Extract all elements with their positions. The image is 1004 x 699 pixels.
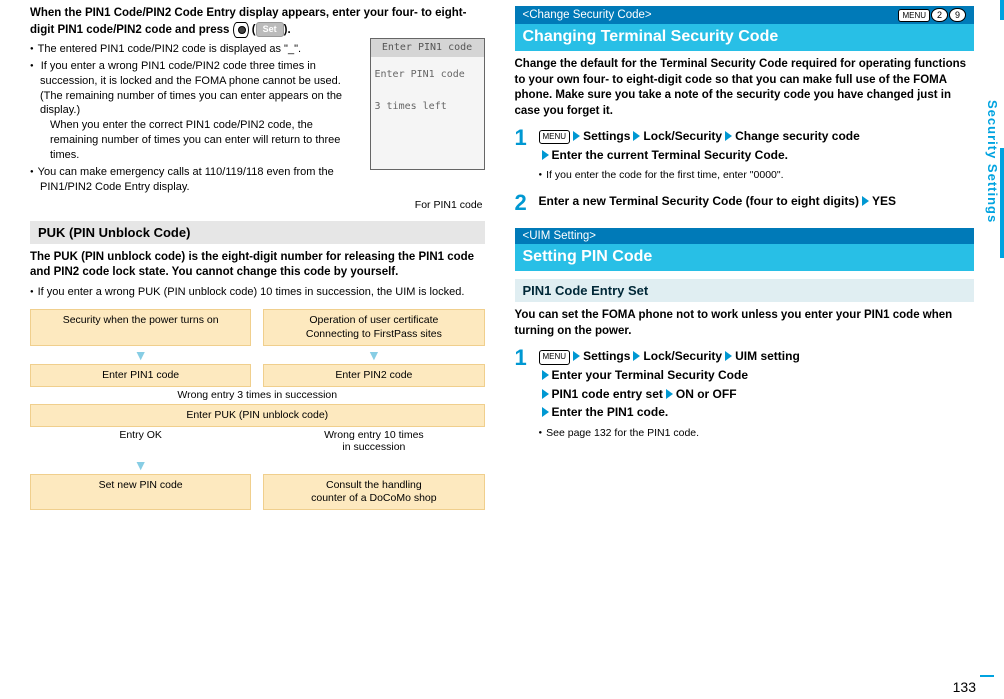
step-part: Enter your Terminal Security Code	[552, 368, 749, 382]
step-part: UIM setting	[735, 349, 800, 363]
step-part: Enter a new Terminal Security Code (four…	[539, 194, 859, 208]
feature-title: Changing Terminal Security Code	[515, 24, 975, 51]
digit-key: 2	[931, 8, 948, 22]
puk-heading: PUK (PIN Unblock Code)	[30, 221, 485, 244]
flow-text: Connecting to FirstPass sites	[306, 328, 442, 340]
tri-icon	[542, 389, 549, 399]
tri-icon	[542, 407, 549, 417]
puk-intro: The PUK (PIN unblock code) is the eight-…	[30, 250, 485, 281]
tri-icon	[573, 131, 580, 141]
flow-box: Enter PIN1 code	[30, 364, 251, 387]
flow-text: Operation of user certificate	[309, 314, 438, 326]
flow-text: Consult the handling	[326, 479, 422, 491]
flow-label: Entry OK	[30, 429, 251, 454]
flow-arrow-down-icon: ▼	[30, 346, 251, 364]
side-stripe	[1000, 0, 1004, 20]
flow-box: Set new PIN code	[30, 474, 251, 510]
flow-text: counter of a DoCoMo shop	[311, 492, 437, 504]
pin1-entry-intro: You can set the FOMA phone not to work u…	[515, 308, 975, 339]
step-part: YES	[872, 194, 896, 208]
pin-entry-lead: When the PIN1 Code/PIN2 Code Entry displ…	[30, 6, 485, 38]
step-1-uim: 1 MENU Settings Lock/Security UIM setting E…	[515, 347, 975, 421]
left-column: When the PIN1 Code/PIN2 Code Entry displ…	[30, 6, 485, 510]
step-note: If you enter the code for the first time…	[539, 168, 975, 182]
step-part: Lock/Security	[643, 349, 722, 363]
step-part: Change security code	[735, 129, 860, 143]
section-tab: Security Settings	[985, 100, 1000, 223]
pin-flowchart: Security when the power turns on Operati…	[30, 309, 485, 510]
flow-label: Wrong entry 10 times in succession	[263, 429, 484, 454]
note-item: See page 132 for the PIN1 code.	[539, 426, 975, 440]
menu-key-icon: MENU	[539, 350, 571, 364]
digit-key: 9	[949, 8, 966, 22]
flow-arrow-down-icon	[263, 456, 484, 474]
side-stripe	[1000, 148, 1004, 258]
feature-tag: <UIM Setting>	[523, 230, 597, 242]
menu-shortcut: MENU 2 9	[898, 8, 966, 22]
screenshot-line: 3 times left	[375, 99, 480, 115]
bullet-item: If you enter a wrong PUK (PIN unblock co…	[30, 285, 485, 300]
step-part: ON or OFF	[676, 387, 737, 401]
pin1-entry-set-heading: PIN1 Code Entry Set	[515, 279, 975, 302]
step-part: Enter the PIN1 code.	[552, 405, 669, 419]
change-security-header: <Change Security Code> MENU 2 9 Changing…	[515, 6, 975, 51]
tri-icon	[542, 150, 549, 160]
flow-box: Consult the handling counter of a DoCoMo…	[263, 474, 484, 510]
note-item: If you enter the code for the first time…	[539, 168, 975, 182]
flow-text: in succession	[342, 441, 405, 453]
lead-text-3: ).	[284, 24, 291, 36]
screenshot-title: Enter PIN1 code	[371, 39, 484, 57]
right-column: <Change Security Code> MENU 2 9 Changing…	[515, 6, 975, 510]
flow-box: Enter PIN2 code	[263, 364, 484, 387]
flow-arrow-down-icon: ▼	[30, 456, 251, 474]
feature-tag: <Change Security Code>	[523, 9, 652, 21]
step-part: Settings	[583, 349, 630, 363]
flow-box: Operation of user certificate Connecting…	[263, 309, 484, 345]
step-2: 2 Enter a new Terminal Security Code (fo…	[515, 192, 975, 214]
flow-text: Wrong entry 10 times	[324, 429, 424, 441]
tri-icon	[725, 351, 732, 361]
tri-icon	[573, 351, 580, 361]
step-part: PIN1 code entry set	[552, 387, 663, 401]
flow-label: Wrong entry 3 times in succession	[30, 389, 485, 401]
page-number: 133	[953, 679, 976, 695]
tri-icon	[542, 370, 549, 380]
bullet-text: If you enter a wrong PIN1 code/PIN2 code…	[40, 60, 342, 117]
menu-key-icon: MENU	[539, 130, 571, 144]
step-note: See page 132 for the PIN1 code.	[539, 426, 975, 440]
pin1-screenshot: Enter PIN1 code Enter PIN1 code 3 times …	[370, 38, 485, 170]
uim-header: <UIM Setting> Setting PIN Code	[515, 228, 975, 271]
step-1: 1 MENU Settings Lock/Security Change securi…	[515, 127, 975, 164]
set-button-label: Set	[256, 22, 284, 37]
step-part: Settings	[583, 129, 630, 143]
step-body: MENU Settings Lock/Security UIM setting Ent…	[539, 347, 975, 421]
step-number: 2	[515, 192, 533, 214]
tri-icon	[862, 196, 869, 206]
puk-bullets: If you enter a wrong PUK (PIN unblock co…	[30, 285, 485, 300]
tri-icon	[725, 131, 732, 141]
step-part: Lock/Security	[643, 129, 722, 143]
step-number: 1	[515, 347, 533, 369]
flow-box: Enter PUK (PIN unblock code)	[30, 404, 485, 427]
step-body: Enter a new Terminal Security Code (four…	[539, 192, 975, 211]
step-number: 1	[515, 127, 533, 149]
tri-icon	[633, 131, 640, 141]
flow-arrow-down-icon: ▼	[263, 346, 484, 364]
menu-key-icon: MENU	[898, 9, 930, 22]
feature-title: Setting PIN Code	[515, 244, 975, 271]
screenshot-line: Enter PIN1 code	[375, 67, 480, 83]
step-body: MENU Settings Lock/Security Change security…	[539, 127, 975, 164]
page-accent	[980, 675, 994, 677]
tri-icon	[666, 389, 673, 399]
flow-box: Security when the power turns on	[30, 309, 251, 345]
tri-icon	[633, 351, 640, 361]
step-part: Enter the current Terminal Security Code…	[552, 148, 789, 162]
change-security-intro: Change the default for the Terminal Secu…	[515, 57, 975, 119]
center-key-icon	[233, 22, 249, 38]
screenshot-caption: For PIN1 code	[30, 199, 485, 211]
